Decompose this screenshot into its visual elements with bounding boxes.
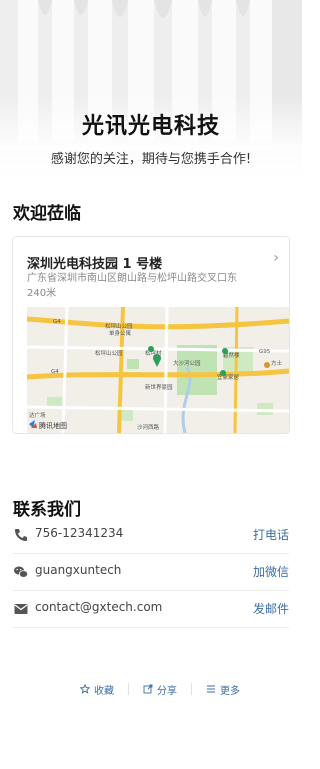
phone-icon <box>15 529 27 541</box>
add-wechat-button[interactable]: 加微信 <box>253 563 289 580</box>
share-button[interactable]: 分享 <box>129 682 191 697</box>
menu-icon <box>207 685 215 693</box>
map-label: 单身公寓 <box>109 329 132 337</box>
location-card[interactable]: 深圳光电科技园 1 号楼 广东省深圳市南山区朗山路与松坪山路交叉口东240米 ›… <box>12 236 290 434</box>
contact-phone-text: 756-12341234 <box>35 526 124 540</box>
mail-icon <box>14 604 28 614</box>
map-label: 大沙河公园 <box>173 359 201 367</box>
map-label: G4 <box>53 319 61 325</box>
contact-wechat-text: guangxuntech <box>35 563 122 577</box>
share-icon <box>143 684 153 694</box>
more-button[interactable]: 更多 <box>192 682 254 697</box>
hero-subtitle: 感谢您的关注，期待与您携手合作! <box>50 152 252 167</box>
company-title: 光讯光电科技 <box>81 114 220 139</box>
location-map[interactable]: G4 松坪山公园 单身公寓 松坪山公园 松坪村 大沙河公园 碧然楼 宜家家居 方… <box>27 307 289 433</box>
contact-email-text: contact@gxtech.com <box>35 600 163 614</box>
chevron-right-icon[interactable]: › <box>273 250 279 266</box>
map-label: G95 <box>259 349 271 355</box>
share-label: 分享 <box>157 685 177 697</box>
location-address: 广东省深圳市南山区朗山路与松坪山路交叉口东240米 <box>27 273 237 299</box>
welcome-heading: 欢迎莅临 <box>13 204 81 224</box>
hero-banner: 光讯光电科技 感谢您的关注，期待与您携手合作! <box>0 0 302 178</box>
wechat-icon <box>14 566 29 578</box>
send-email-button[interactable]: 发邮件 <box>253 600 289 617</box>
map-label: 沙河西路 <box>137 423 160 431</box>
favorite-button[interactable]: 收藏 <box>66 682 128 697</box>
bottom-action-bar: 收藏 分享 更多 <box>0 681 320 697</box>
map-label: 松坪山公园 <box>105 322 133 330</box>
map-label: 达广场 <box>29 411 46 419</box>
contact-row-wechat[interactable]: guangxuntech 加微信 <box>13 553 289 591</box>
map-label: 新世界豪园 <box>145 383 173 391</box>
contact-row-phone[interactable]: 756-12341234 打电话 <box>13 516 289 554</box>
star-icon <box>80 684 90 694</box>
map-label: 松坪山公园 <box>95 349 123 357</box>
favorite-label: 收藏 <box>94 685 114 697</box>
more-label: 更多 <box>220 685 240 697</box>
map-label: 方士 <box>271 359 283 367</box>
svg-text:腾讯地图: 腾讯地图 <box>39 421 67 430</box>
contact-row-email[interactable]: contact@gxtech.com 发邮件 <box>13 590 289 628</box>
location-name: 深圳光电科技园 1 号楼 <box>27 257 163 272</box>
call-button[interactable]: 打电话 <box>253 526 289 543</box>
map-label: G4 <box>51 369 59 375</box>
